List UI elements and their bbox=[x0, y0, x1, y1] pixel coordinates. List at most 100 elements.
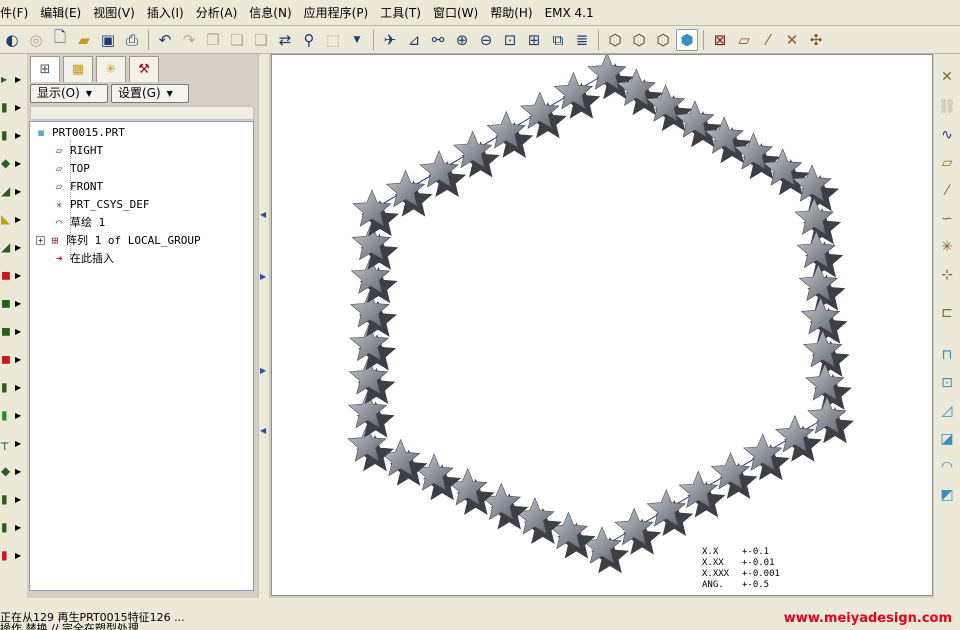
print-icon[interactable]: ⎙ bbox=[121, 29, 143, 51]
datum-curve-tool-icon[interactable]: ∽ bbox=[936, 208, 958, 230]
paste-icon[interactable]: ❏ bbox=[226, 29, 248, 51]
menu-help[interactable]: 帮助(H) bbox=[484, 2, 538, 24]
tree-item-sketch[interactable]: ⌒ 草绘 1 bbox=[52, 213, 106, 231]
hidden-line-icon[interactable]: ⬡ bbox=[628, 29, 650, 51]
shading-icon[interactable]: ⬢ bbox=[676, 28, 698, 51]
tool-strip-item[interactable]: ◼ ▶ bbox=[1, 348, 25, 370]
zoom-in-icon[interactable]: ⊕ bbox=[451, 29, 473, 51]
tool-strip-item[interactable]: ▮ ▶ bbox=[1, 376, 25, 398]
tool-strip-item[interactable]: ▮ ▶ bbox=[1, 96, 25, 118]
menu-edit[interactable]: 编辑(E) bbox=[34, 2, 87, 24]
tree-item-insert-here[interactable]: ➜ 在此插入 bbox=[52, 249, 114, 267]
datum-point-tool-icon[interactable]: ✕ bbox=[936, 66, 958, 88]
menu-file[interactable]: 件(F) bbox=[0, 2, 34, 24]
tree-item-pattern[interactable]: + ⊞ 阵列 1 of LOCAL_GROUP bbox=[36, 231, 201, 249]
pane-splitter[interactable]: ◀ ▶ ▶ ◀ bbox=[258, 54, 270, 598]
coordinate-system-tool-icon[interactable]: ⊹ bbox=[936, 264, 958, 286]
round-tool-icon[interactable]: ◠ bbox=[936, 456, 958, 478]
tree-item-front-plane[interactable]: ▱ FRONT bbox=[52, 177, 103, 195]
undo-icon[interactable]: ↶ bbox=[154, 29, 176, 51]
model-tree-icon[interactable]: ◐ bbox=[1, 29, 23, 51]
orient-icon[interactable]: ⊿ bbox=[403, 29, 425, 51]
tool-strip-item[interactable]: ◼ ▶ bbox=[1, 292, 25, 314]
tree-item-root[interactable]: ◼ PRT0015.PRT bbox=[34, 123, 125, 141]
tool-strip-item[interactable]: ▮ ▶ bbox=[1, 516, 25, 538]
expand-arrow-icon[interactable]: ▶ bbox=[260, 366, 266, 375]
tree-item-top-plane[interactable]: ▱ TOP bbox=[52, 159, 90, 177]
menu-view[interactable]: 视图(V) bbox=[87, 2, 141, 24]
copy-icon[interactable]: ❐ bbox=[202, 29, 224, 51]
analysis-tool-icon[interactable]: ⊏ bbox=[936, 302, 958, 324]
menu-analysis[interactable]: 分析(A) bbox=[190, 2, 244, 24]
tree-item-label: 在此插入 bbox=[70, 252, 114, 265]
menu-info[interactable]: 信息(N) bbox=[243, 2, 297, 24]
revolve-tool-icon[interactable]: ⊡ bbox=[936, 372, 958, 394]
tool-strip-item[interactable]: ▮ ▶ bbox=[1, 488, 25, 510]
wireframe-icon[interactable]: ⬡ bbox=[604, 29, 626, 51]
extrude-tool-icon[interactable]: ⊓ bbox=[936, 344, 958, 366]
find-icon[interactable]: ⚲ bbox=[298, 29, 320, 51]
menu-tools[interactable]: 工具(T) bbox=[374, 2, 427, 24]
sweep-tool-icon[interactable]: ◿ bbox=[936, 400, 958, 422]
axis-display-icon[interactable]: ⁄ bbox=[757, 29, 779, 51]
plane-display-icon[interactable]: ▱ bbox=[733, 29, 755, 51]
collapse-arrow-icon[interactable]: ◀ bbox=[260, 426, 266, 435]
datum-plane-tool-icon[interactable]: ▱ bbox=[936, 152, 958, 174]
point-display-icon[interactable]: ✕ bbox=[781, 29, 803, 51]
datum-points-tool-icon[interactable]: ✳ bbox=[936, 236, 958, 258]
reorient-icon[interactable]: ⊞ bbox=[523, 29, 545, 51]
paste-special-icon[interactable]: ❑ bbox=[250, 29, 272, 51]
reference-icon[interactable]: ⚯ bbox=[427, 29, 449, 51]
tree-item-csys[interactable]: ✳ PRT_CSYS_DEF bbox=[52, 195, 150, 213]
datum-display-icon[interactable]: ⊠ bbox=[709, 29, 731, 51]
refit-icon[interactable]: ⊡ bbox=[499, 29, 521, 51]
tool-strip-item[interactable]: ▸ ▶ bbox=[1, 68, 25, 90]
expand-toggle-icon[interactable]: + bbox=[36, 235, 45, 245]
graphics-window[interactable]: X.X +-0.1 X.XX +-0.01 X.XXX +-0.001 ANG. +-0… bbox=[271, 52, 933, 596]
tool-strip-item[interactable]: ◢ ▶ bbox=[1, 180, 25, 202]
tool-strip-item[interactable]: ◆ ▶ bbox=[1, 152, 25, 174]
no-hidden-icon[interactable]: ⬡ bbox=[652, 29, 674, 51]
collapse-arrow-icon[interactable]: ◀ bbox=[260, 210, 266, 219]
tree-item-right-plane[interactable]: ▱ RIGHT bbox=[52, 141, 103, 159]
redo-icon[interactable]: ↷ bbox=[178, 29, 200, 51]
tool-strip-item[interactable]: ◢ ▶ bbox=[1, 236, 25, 258]
zoom-out-icon[interactable]: ⊖ bbox=[475, 29, 497, 51]
model-tree-tab-icon[interactable]: ⊞ bbox=[30, 56, 60, 82]
tool-strip-item[interactable]: ◼ ▶ bbox=[1, 320, 25, 342]
chain-tool-icon[interactable]: ⛓ bbox=[936, 96, 958, 118]
folder-browser-tab-icon[interactable]: ▦ bbox=[63, 56, 93, 82]
show-dropdown-button[interactable]: 显示(O) ▼ bbox=[30, 84, 108, 103]
tool-strip-item[interactable]: ▮ ▶ bbox=[1, 124, 25, 146]
curve-wave-icon[interactable]: ∿ bbox=[936, 124, 958, 146]
regen-icon[interactable]: ◎ bbox=[25, 29, 47, 51]
dropdown-arrow-icon[interactable]: ▼ bbox=[346, 29, 368, 51]
tree-filter-bar[interactable] bbox=[30, 106, 254, 120]
menu-emx[interactable]: EMX 4.1 bbox=[539, 2, 600, 24]
menu-insert[interactable]: 插入(I) bbox=[141, 2, 190, 24]
tool-strip-item[interactable]: ◆ ▶ bbox=[1, 460, 25, 482]
blend-tool-icon[interactable]: ◪ bbox=[936, 428, 958, 450]
tool-strip-item[interactable]: ◼ ▶ bbox=[1, 264, 25, 286]
spin-center-icon[interactable]: ✈ bbox=[379, 29, 401, 51]
expand-arrow-icon[interactable]: ▶ bbox=[260, 272, 266, 281]
menu-applications[interactable]: 应用程序(P) bbox=[298, 2, 375, 24]
chamfer-tool-icon[interactable]: ◩ bbox=[936, 484, 958, 506]
tool-strip-item[interactable]: ▮ ▶ bbox=[1, 544, 25, 566]
open-folder-icon[interactable]: ▰ bbox=[73, 29, 95, 51]
connections-tab-icon[interactable]: ⚒ bbox=[129, 56, 159, 82]
tool-strip-item[interactable]: ▮ ▶ bbox=[1, 404, 25, 426]
menu-window[interactable]: 窗口(W) bbox=[427, 2, 484, 24]
settings-dropdown-button[interactable]: 设置(G) ▼ bbox=[111, 84, 189, 103]
tool-strip-item[interactable]: ◣ ▶ bbox=[1, 208, 25, 230]
layers-icon[interactable]: ≣ bbox=[571, 29, 593, 51]
tool-strip-item[interactable]: ┬ ▶ bbox=[1, 432, 25, 454]
favorites-tab-icon[interactable]: ✳ bbox=[96, 56, 126, 82]
csys-display-icon[interactable]: ✣ bbox=[805, 29, 827, 51]
selection-box-icon[interactable]: ⬚ bbox=[322, 29, 344, 51]
regenerate-icon[interactable]: ⇄ bbox=[274, 29, 296, 51]
saved-views-icon[interactable]: ⧉ bbox=[547, 29, 569, 51]
datum-axis-tool-icon[interactable]: ⁄ bbox=[936, 180, 958, 202]
save-icon[interactable]: ▣ bbox=[97, 29, 119, 51]
new-file-icon[interactable]: 🗋 bbox=[49, 28, 71, 51]
